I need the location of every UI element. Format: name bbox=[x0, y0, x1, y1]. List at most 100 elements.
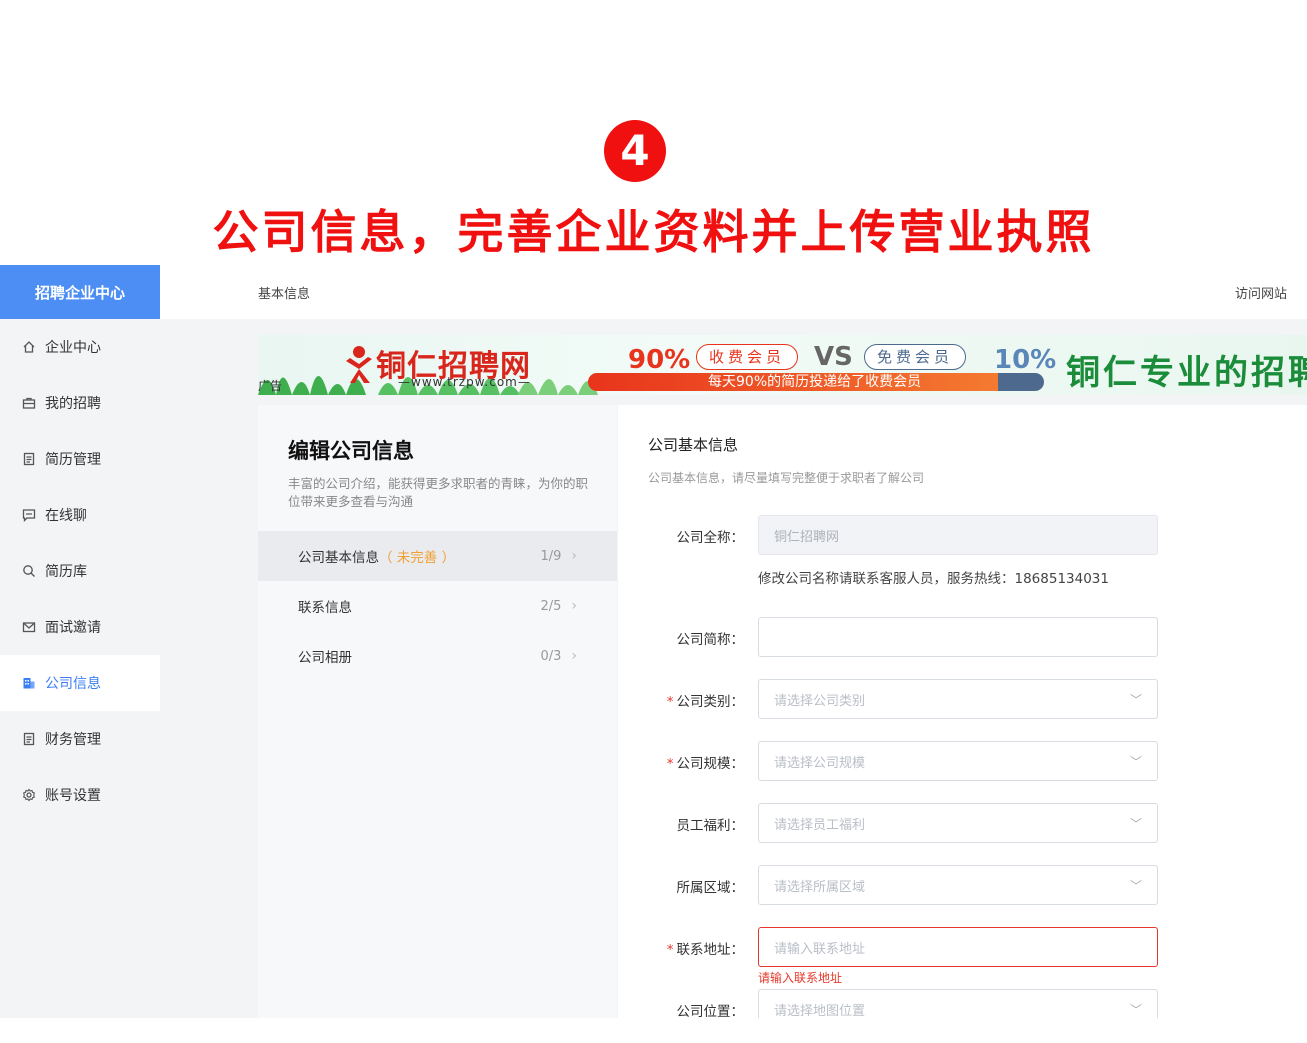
section-contact-info[interactable]: 联系信息 2/5 › bbox=[258, 581, 617, 631]
sidebar-item-account-settings[interactable]: 账号设置 bbox=[0, 767, 160, 823]
label-text: 公司类别： bbox=[676, 694, 745, 710]
sidebar-item-label: 账号设置 bbox=[45, 788, 101, 804]
chevron-down-icon: ﹀ bbox=[1129, 878, 1142, 893]
step-number-badge: 4 bbox=[604, 120, 666, 182]
sidebar-item-label: 我的招聘 bbox=[45, 396, 101, 412]
scale-label: * 公司规模： bbox=[648, 752, 744, 772]
top-bar: 基本信息 访问网站 bbox=[160, 265, 1307, 319]
field-placeholder: 请选择员工福利 bbox=[774, 817, 866, 833]
gear-icon bbox=[22, 788, 36, 802]
chevron-down-icon: ﹀ bbox=[1129, 1002, 1142, 1017]
company-full-name-field: 铜仁招聘网 bbox=[758, 515, 1158, 555]
name-change-hint: 修改公司名称请联系客服人员，服务热线：18685134031 bbox=[758, 571, 1109, 587]
label-text: 联系地址： bbox=[676, 942, 745, 958]
ad-url: —www.trzpw.com— bbox=[398, 375, 531, 389]
document-icon bbox=[22, 732, 36, 746]
sidebar-item-interview-invites[interactable]: 面试邀请 bbox=[0, 599, 160, 655]
briefcase-icon bbox=[22, 396, 36, 410]
sidebar-item-label: 企业中心 bbox=[45, 340, 101, 356]
visit-site-link[interactable]: 访问网站 bbox=[1235, 283, 1287, 302]
required-mark: * bbox=[666, 694, 674, 710]
home-icon bbox=[22, 340, 36, 354]
sidebar-item-online-chat[interactable]: 在线聊 bbox=[0, 487, 160, 543]
chevron-right-icon: › bbox=[571, 548, 577, 564]
field-placeholder: 请选择公司规模 bbox=[774, 755, 866, 771]
section-count: 1/9 bbox=[540, 548, 562, 564]
form-title: 公司基本信息 bbox=[648, 436, 739, 454]
sidebar-item-label: 公司信息 bbox=[45, 676, 101, 692]
map-location-select[interactable]: 请选择地图位置 ﹀ bbox=[758, 989, 1158, 1018]
building-icon bbox=[22, 676, 36, 690]
chevron-down-icon: ﹀ bbox=[1129, 754, 1142, 769]
ad-slogan: 铜仁专业的招聘 bbox=[1066, 353, 1307, 393]
sidebar: 招聘企业中心 企业中心 我的招聘 简历管理 在线聊 简历库 面试邀请 公司信息 bbox=[0, 265, 160, 1018]
chevron-down-icon: ﹀ bbox=[1129, 692, 1142, 707]
sidebar-item-label: 财务管理 bbox=[45, 732, 101, 748]
required-mark: * bbox=[666, 756, 674, 772]
sidebar-item-label: 面试邀请 bbox=[45, 620, 101, 636]
ad-progress-bar-rest bbox=[998, 373, 1044, 391]
short-name-label: 公司简称： bbox=[676, 632, 745, 648]
ad-free-percent: 10% bbox=[994, 345, 1057, 375]
field-placeholder: 请选择公司类别 bbox=[774, 693, 866, 709]
mail-icon bbox=[22, 620, 36, 634]
ad-banner[interactable]: 广告 铜仁招聘网 —www.trzpw.com— 90% 收费会员 VS 免费会… bbox=[258, 335, 1307, 395]
full-name-label: 公司全称： bbox=[676, 530, 745, 546]
contact-address-input[interactable]: 请输入联系地址 bbox=[758, 927, 1158, 967]
sidebar-item-finance[interactable]: 财务管理 bbox=[0, 711, 160, 767]
address-label: * 联系地址： bbox=[648, 938, 744, 958]
field-placeholder: 请选择所属区域 bbox=[774, 879, 866, 895]
section-label: 联系信息 bbox=[298, 600, 352, 616]
region-select[interactable]: 请选择所属区域 ﹀ bbox=[758, 865, 1158, 905]
section-company-album[interactable]: 公司相册 0/3 › bbox=[258, 631, 617, 681]
sidebar-item-label: 简历管理 bbox=[45, 452, 101, 468]
field-value: 铜仁招聘网 bbox=[774, 529, 840, 545]
panel-title: 编辑公司信息 bbox=[288, 439, 414, 463]
field-placeholder: 请选择地图位置 bbox=[774, 1003, 866, 1019]
employee-welfare-select[interactable]: 请选择员工福利 ﹀ bbox=[758, 803, 1158, 843]
ad-tag: 广告 bbox=[258, 379, 283, 393]
field-placeholder: 请输入联系地址 bbox=[774, 941, 866, 957]
address-error-message: 请输入联系地址 bbox=[758, 971, 843, 985]
sidebar-brand[interactable]: 招聘企业中心 bbox=[0, 265, 160, 319]
sidebar-item-label: 简历库 bbox=[45, 564, 87, 580]
required-mark: * bbox=[666, 942, 674, 958]
welfare-label: 员工福利： bbox=[676, 818, 745, 834]
ad-paid-pill: 收费会员 bbox=[696, 344, 799, 370]
page-headline: 公司信息，完善企业资料并上传营业执照 bbox=[212, 205, 1095, 259]
sidebar-item-my-recruitment[interactable]: 我的招聘 bbox=[0, 375, 160, 431]
section-count: 0/3 bbox=[540, 648, 562, 664]
label-text: 公司规模： bbox=[676, 756, 745, 772]
form-description: 公司基本信息，请尽量填写完整便于求职者了解公司 bbox=[648, 471, 925, 485]
ad-progress-bar: 每天90%的简历投递给了收费会员 bbox=[588, 373, 998, 391]
chevron-down-icon: ﹀ bbox=[1129, 816, 1142, 831]
panel-description: 丰富的公司介绍，能获得更多求职者的青睐，为你的职位带来更多查看与沟通 bbox=[288, 476, 589, 509]
location-label: 公司位置： bbox=[676, 1004, 745, 1018]
company-category-select[interactable]: 请选择公司类别 ﹀ bbox=[758, 679, 1158, 719]
sidebar-item-company-center[interactable]: 企业中心 bbox=[0, 319, 160, 375]
section-count: 2/5 bbox=[540, 598, 562, 614]
ad-paid-percent: 90% bbox=[628, 345, 691, 375]
section-label-wrap: 公司基本信息（ 未完善 ） bbox=[298, 546, 540, 566]
chevron-right-icon: › bbox=[571, 648, 577, 664]
section-panel: 编辑公司信息 丰富的公司介绍，能获得更多求职者的青睐，为你的职位带来更多查看与沟… bbox=[258, 405, 617, 1018]
company-scale-select[interactable]: 请选择公司规模 ﹀ bbox=[758, 741, 1158, 781]
chat-icon bbox=[22, 508, 36, 522]
incomplete-badge: （ 未完善 ） bbox=[379, 550, 456, 566]
sidebar-item-resume-management[interactable]: 简历管理 bbox=[0, 431, 160, 487]
document-icon bbox=[22, 452, 36, 466]
sidebar-item-company-info[interactable]: 公司信息 bbox=[0, 655, 160, 711]
app-frame: 招聘企业中心 企业中心 我的招聘 简历管理 在线聊 简历库 面试邀请 公司信息 bbox=[0, 265, 1307, 1018]
breadcrumb: 基本信息 bbox=[258, 286, 311, 302]
company-short-name-input[interactable] bbox=[758, 617, 1158, 657]
sidebar-item-resume-library[interactable]: 简历库 bbox=[0, 543, 160, 599]
sidebar-item-label: 在线聊 bbox=[45, 508, 87, 524]
section-basic-info[interactable]: 公司基本信息（ 未完善 ） 1/9 › bbox=[258, 531, 617, 581]
section-label: 公司相册 bbox=[298, 650, 352, 666]
company-form: 公司基本信息 公司基本信息，请尽量填写完整便于求职者了解公司 公司全称： 铜仁招… bbox=[618, 405, 1307, 1018]
search-icon bbox=[22, 564, 36, 578]
section-label: 公司基本信息 bbox=[298, 550, 379, 566]
region-label: 所属区域： bbox=[676, 880, 745, 896]
chevron-right-icon: › bbox=[571, 598, 577, 614]
ad-free-pill: 免费会员 bbox=[864, 344, 967, 370]
